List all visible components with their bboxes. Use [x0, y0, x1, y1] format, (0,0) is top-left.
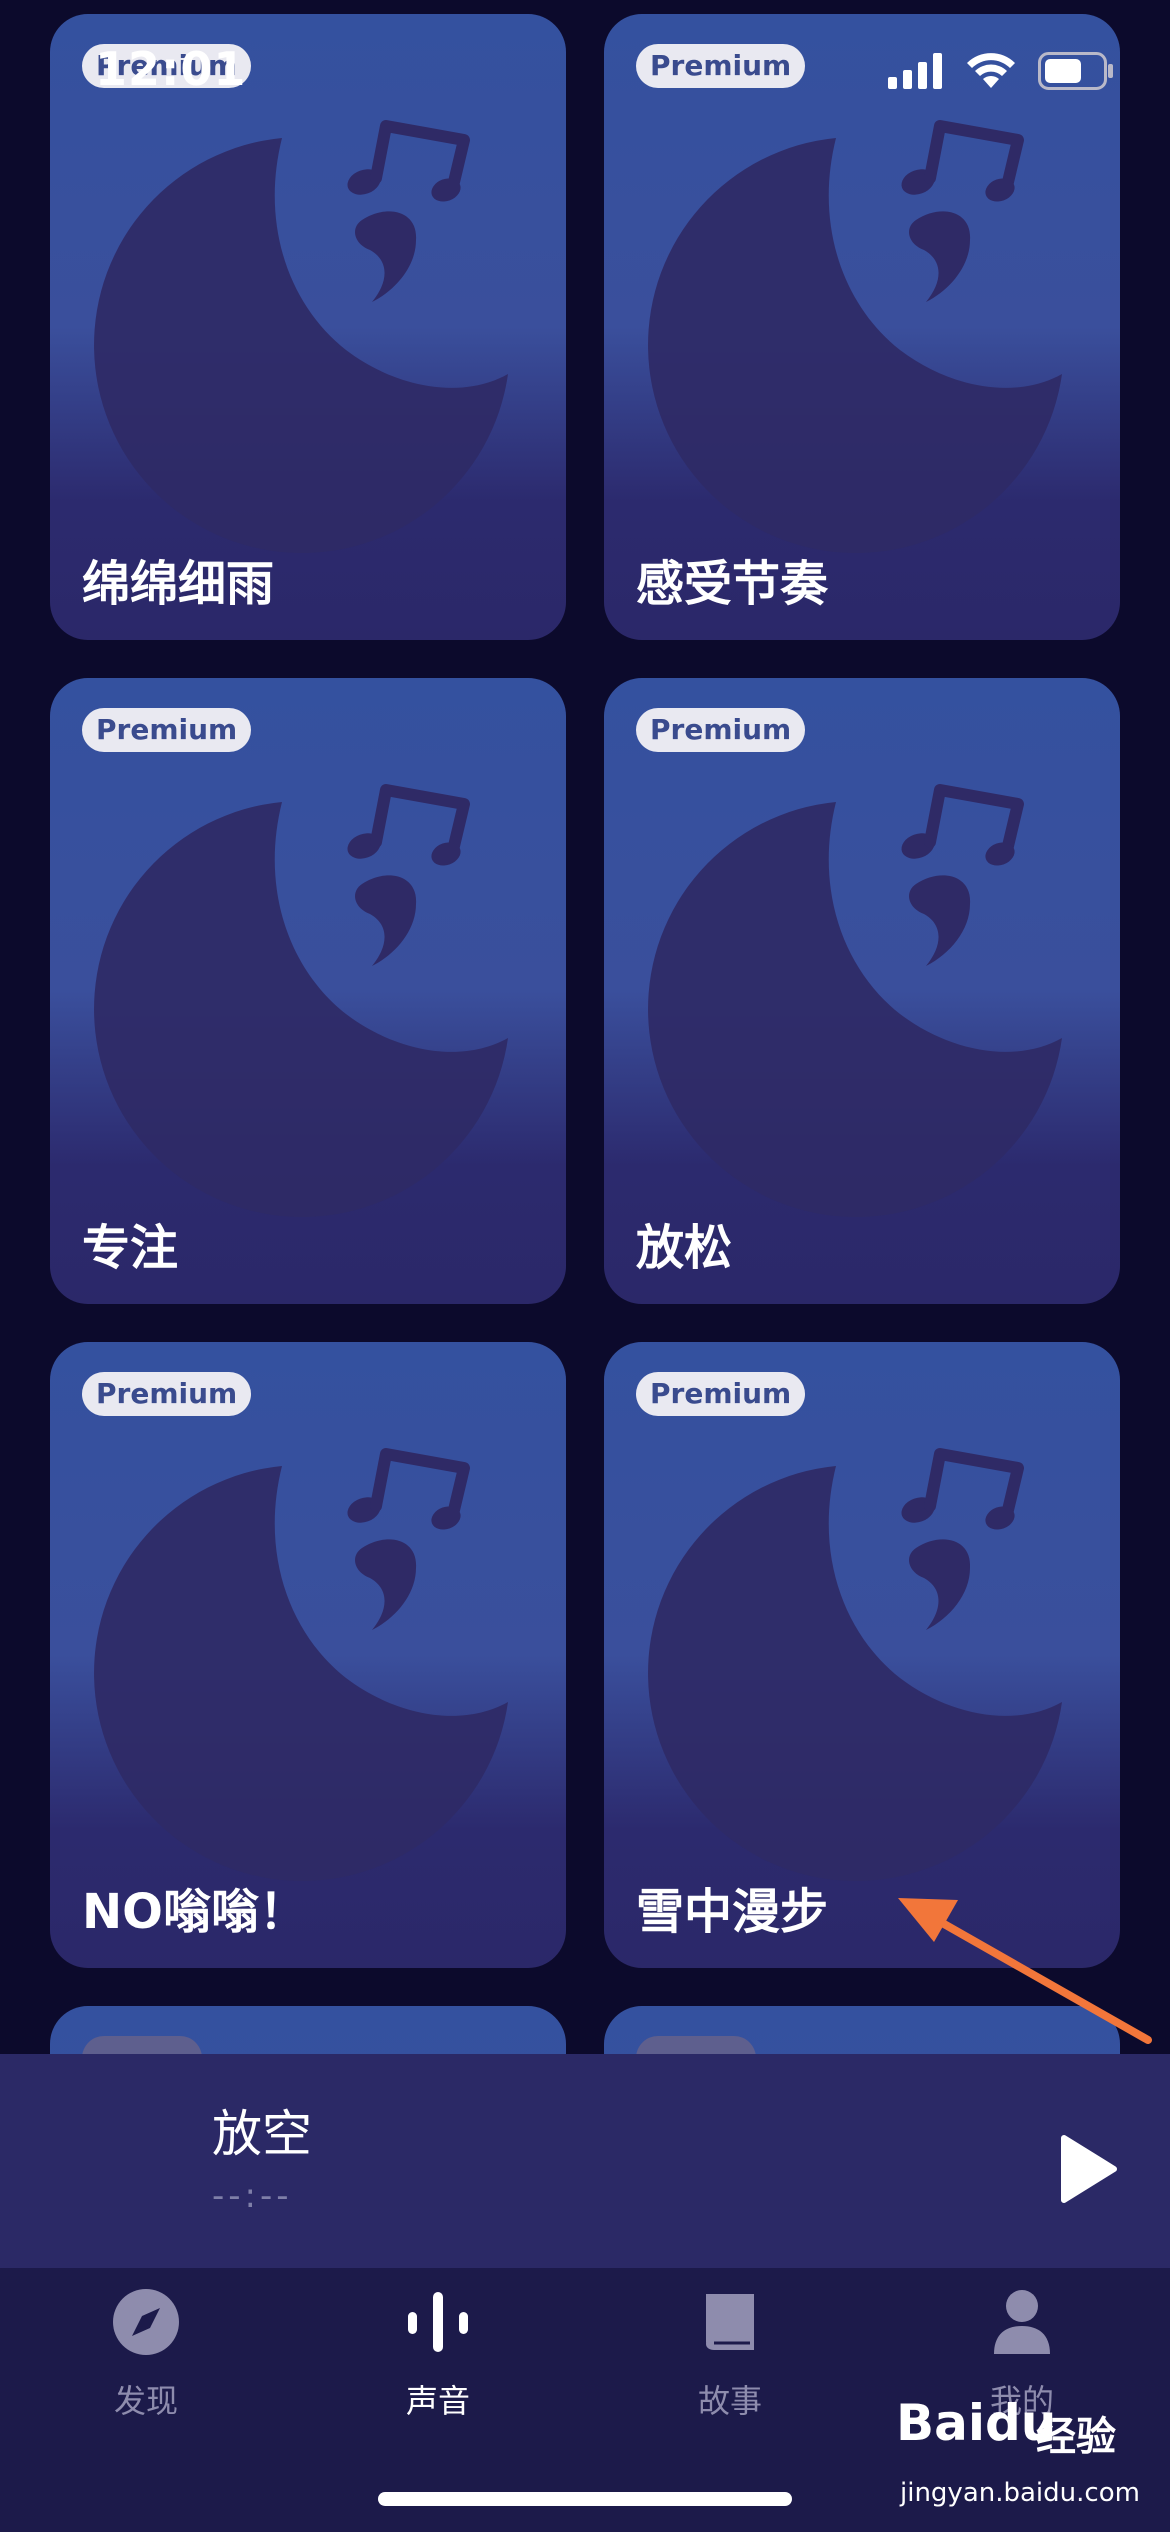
person-icon: [994, 2290, 1050, 2354]
premium-badge: Premium: [82, 708, 252, 752]
play-icon[interactable]: [1058, 2134, 1118, 2204]
now-playing-time: --:--: [212, 2176, 293, 2216]
premium-badge: [636, 2036, 756, 2054]
premium-badge: Premium: [82, 1372, 252, 1416]
sound-card[interactable]: Premium NO嗡嗡！: [50, 1342, 566, 1968]
baidu-jingyan-watermark: Baidu 经验 jingyan.baidu.com: [890, 2394, 1150, 2520]
sound-wave-icon: [408, 2292, 468, 2352]
tab-discover[interactable]: 发现: [56, 2286, 236, 2436]
moon-music-note-icon: [94, 1448, 508, 1882]
status-bar: 12:01: [0, 0, 1170, 140]
compass-icon: [113, 2289, 179, 2355]
home-indicator: [378, 2492, 792, 2506]
sound-card[interactable]: Premium 放松: [604, 678, 1120, 1304]
book-icon: [706, 2294, 754, 2350]
status-time: 12:01: [95, 42, 247, 96]
sound-card[interactable]: [604, 2006, 1120, 2054]
sound-card[interactable]: Premium 专注: [50, 678, 566, 1304]
tab-label: 发现: [113, 2382, 178, 2420]
premium-badge: Premium: [636, 708, 806, 752]
tab-label: 声音: [405, 2382, 470, 2420]
premium-badge: Premium: [636, 1372, 806, 1416]
premium-badge: [82, 2036, 202, 2054]
watermark-brand: Baidu: [896, 2394, 1057, 2452]
sound-card[interactable]: [50, 2006, 566, 2054]
status-icons: [888, 52, 1114, 90]
now-playing-title: 放空: [212, 2105, 312, 2163]
battery-icon: [1038, 52, 1113, 90]
watermark-brand-cn: 经验: [1036, 2414, 1116, 2460]
card-title: 感受节奏: [636, 556, 829, 612]
cellular-signal-icon: [888, 53, 942, 89]
card-title: 放松: [636, 1220, 733, 1276]
sound-card[interactable]: Premium 雪中漫步: [604, 1342, 1120, 1968]
moon-music-note-icon: [648, 784, 1062, 1218]
watermark-url: jingyan.baidu.com: [900, 2478, 1140, 2508]
tab-sounds[interactable]: 声音: [348, 2286, 528, 2436]
card-title: 专注: [82, 1220, 179, 1276]
moon-music-note-icon: [94, 784, 508, 1218]
tab-stories[interactable]: 故事: [640, 2286, 820, 2436]
now-playing-bar[interactable]: 放空 --:--: [0, 2054, 1170, 2268]
card-title: 雪中漫步: [636, 1884, 829, 1940]
card-title: 绵绵细雨: [82, 556, 275, 612]
card-title: NO嗡嗡！: [82, 1884, 307, 1940]
tab-label: 故事: [697, 2382, 762, 2420]
moon-music-note-icon: [648, 1448, 1062, 1882]
sound-grid: Premium 绵绵细雨 Premium 感受节奏 Premium 专注 Pre…: [50, 14, 1120, 2054]
wifi-icon: [967, 53, 1015, 88]
